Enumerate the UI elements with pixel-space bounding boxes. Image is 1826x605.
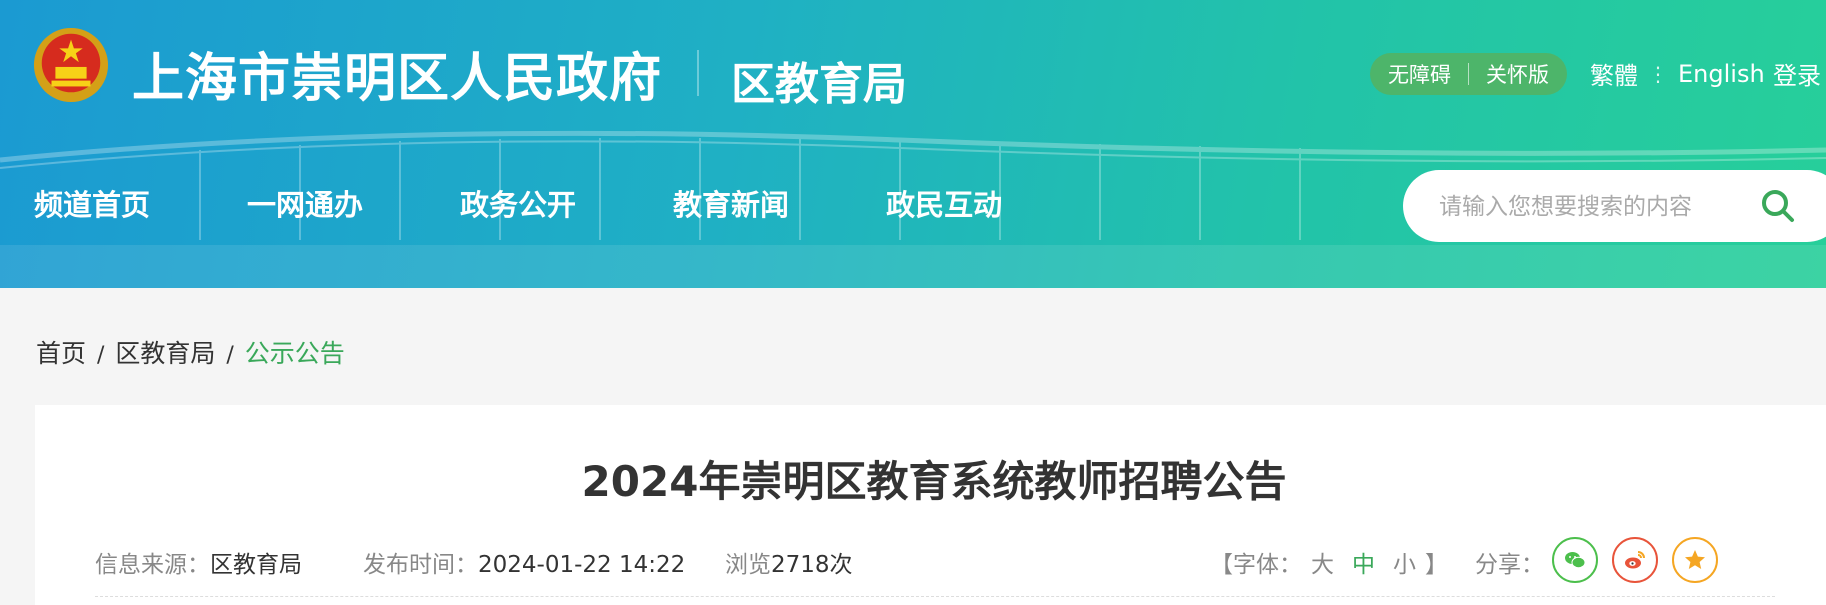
accessibility-toggle-group: 无障碍 关怀版 <box>1370 53 1567 95</box>
views-suffix: 次 <box>829 552 853 578</box>
font-size-small[interactable]: 小 <box>1393 552 1416 578</box>
article-title: 2024年崇明区教育系统教师招聘公告 <box>581 457 1287 506</box>
meta-divider <box>95 596 1775 597</box>
share-favorite-button[interactable] <box>1672 537 1718 583</box>
nav-item-one-stop-service[interactable]: 一网通办 <box>247 182 363 224</box>
favorite-icon <box>1685 550 1705 569</box>
font-size-close: 】 <box>1425 552 1448 578</box>
nav-item-education-news[interactable]: 教育新闻 <box>673 182 789 224</box>
views-label: 浏览 <box>725 552 771 578</box>
article-source: 信息来源：区教育局 <box>95 545 302 579</box>
search-input[interactable] <box>1437 188 1771 226</box>
wechat-icon <box>1565 552 1586 569</box>
breadcrumb-current[interactable]: 公示公告 <box>245 339 345 368</box>
breadcrumb: 首页 / 区教育局 / 公示公告 <box>36 334 345 370</box>
article-views: 浏览2718次 <box>725 545 853 579</box>
search-icon[interactable] <box>1758 186 1798 226</box>
font-size-label: 【字体： <box>1210 552 1302 578</box>
site-header: 上海市崇明区人民政府 区教育局 无障碍 关怀版 繁體 ⋮ English 登录 … <box>0 0 1826 288</box>
weibo-icon <box>1625 551 1645 569</box>
source-value: 区教育局 <box>210 552 302 578</box>
barrier-free-button[interactable]: 无障碍 <box>1388 59 1451 89</box>
font-size-control: 【字体： 大中小】 <box>1210 545 1448 579</box>
breadcrumb-separator: / <box>96 343 105 368</box>
title-divider <box>697 50 699 96</box>
share-wechat-button[interactable] <box>1552 537 1598 583</box>
care-mode-button[interactable]: 关怀版 <box>1486 59 1549 89</box>
nav-item-channel-home[interactable]: 频道首页 <box>34 182 150 224</box>
breadcrumb-separator: / <box>226 343 234 368</box>
font-size-medium[interactable]: 中 <box>1352 552 1375 578</box>
article-card: 2024年崇明区教育系统教师招聘公告 信息来源：区教育局 发布时间：2024-0… <box>35 405 1826 605</box>
department-title[interactable]: 区教育局 <box>731 48 907 112</box>
accessibility-separator <box>1468 63 1469 85</box>
nav-item-citizen-interaction[interactable]: 政民互动 <box>886 182 1002 224</box>
language-switcher: 繁體 ⋮ English <box>1590 56 1765 91</box>
nav-item-government-affairs[interactable]: 政务公开 <box>460 182 576 224</box>
source-label: 信息来源： <box>95 552 210 578</box>
traditional-chinese-link[interactable]: 繁體 <box>1590 56 1638 91</box>
search-box <box>1403 170 1826 242</box>
views-value: 2718 <box>771 552 830 578</box>
login-link[interactable]: 登录 <box>1773 56 1821 91</box>
breadcrumb-section[interactable]: 区教育局 <box>115 339 215 368</box>
share-weibo-button[interactable] <box>1612 537 1658 583</box>
date-label: 发布时间： <box>363 552 478 578</box>
breadcrumb-home[interactable]: 首页 <box>36 339 86 368</box>
font-size-large[interactable]: 大 <box>1311 552 1334 578</box>
main-nav: 频道首页 一网通办 政务公开 教育新闻 政民互动 <box>34 182 1099 224</box>
share-label: 分享： <box>1475 552 1544 578</box>
language-separator-icon: ⋮ <box>1648 61 1668 86</box>
site-title[interactable]: 上海市崇明区人民政府 <box>132 36 662 111</box>
date-value: 2024-01-22 14:22 <box>478 552 686 578</box>
article-date: 发布时间：2024-01-22 14:22 <box>363 545 685 579</box>
english-link[interactable]: English <box>1678 60 1765 88</box>
national-emblem-icon <box>33 27 109 103</box>
